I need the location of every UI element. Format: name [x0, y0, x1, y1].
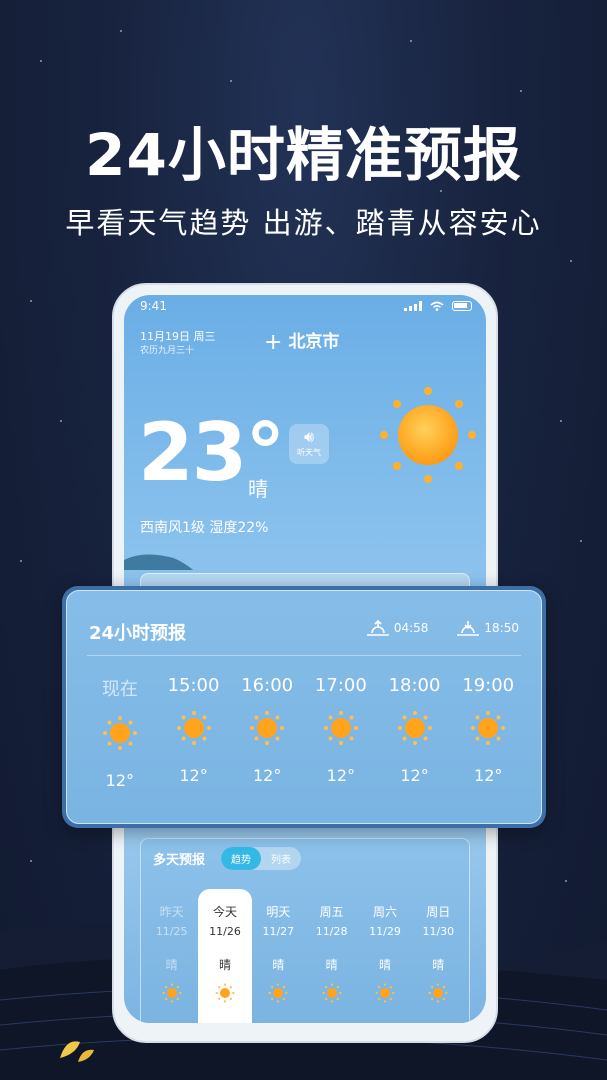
promo-headline: 24小时精准预报 — [85, 121, 522, 189]
day-column[interactable]: 今天 11/26 晴 — [198, 889, 252, 1023]
hour-item[interactable]: 15:00 12° — [157, 675, 231, 790]
sun-icon — [375, 983, 395, 1003]
current-date: 11月19日 周三 — [140, 330, 216, 343]
sun-icon — [215, 983, 235, 1003]
sunrise-icon — [366, 619, 389, 636]
tab-trend[interactable]: 趋势 — [221, 847, 261, 870]
tab-list[interactable]: 列表 — [261, 847, 301, 870]
day-name: 今天 — [212, 905, 237, 919]
sun-times: 04:58 18:50 — [366, 619, 519, 637]
hourly-title: 24小时预报 — [89, 623, 187, 644]
plus-icon[interactable]: + — [264, 330, 282, 355]
sun-icon — [162, 983, 182, 1003]
hour-item[interactable]: 17:00 12° — [304, 675, 378, 790]
hour-item[interactable]: 现在 12° — [83, 675, 157, 790]
day-list: 昨天 11/25 晴 今天 11/26 晴 明天 11/27 晴 周五 11/2… — [145, 889, 465, 1023]
day-name: 周日 — [426, 905, 451, 919]
day-column[interactable]: 周日 11/30 晴 — [412, 889, 465, 1023]
wifi-icon — [430, 301, 444, 311]
day-condition: 晴 — [272, 958, 285, 972]
hour-list: 现在 12° 15:00 12° 16:00 12° 17:00 12° 18:… — [83, 675, 525, 790]
day-date: 11/27 — [262, 925, 295, 938]
hour-item[interactable]: 16:00 12° — [230, 675, 304, 790]
hour-temp: 12° — [253, 766, 282, 785]
sun-icon — [176, 711, 211, 745]
multiday-tabs: 趋势 列表 — [221, 847, 301, 870]
hour-label: 15:00 — [167, 675, 220, 696]
listen-weather-button[interactable]: 🔊︎ 听天气 — [289, 424, 329, 464]
battery-icon — [452, 301, 472, 311]
status-bar: 9:41 — [140, 299, 472, 317]
sunset-time: 18:50 — [484, 621, 519, 635]
sun-icon — [268, 983, 288, 1003]
hourly-forecast-card: 24小时预报 04:58 18:50 现在 12° 15:00 12° 16:0… — [62, 586, 546, 828]
city-name: 北京市 — [288, 332, 340, 352]
promo-subline: 早看天气趋势 出游、踏青从容安心 — [65, 206, 542, 240]
speaker-icon: 🔊︎ — [303, 427, 315, 446]
sunrise-time: 04:58 — [393, 621, 429, 635]
day-name: 明天 — [266, 905, 291, 919]
day-column[interactable]: 明天 11/27 晴 — [252, 889, 305, 1023]
divider — [87, 655, 521, 656]
hour-temp: 12° — [179, 766, 208, 785]
status-time: 9:41 — [140, 299, 167, 313]
hour-label: 19:00 — [462, 675, 515, 696]
current-condition: 晴 — [248, 477, 268, 501]
hour-temp: 12° — [326, 766, 356, 785]
day-date: 11/29 — [369, 925, 401, 938]
hour-item[interactable]: 18:00 12° — [378, 675, 452, 790]
sun-icon — [428, 983, 448, 1003]
sun-icon — [471, 711, 506, 745]
day-condition: 晴 — [165, 958, 178, 972]
hour-label: 现在 — [101, 679, 138, 700]
day-date: 11/25 — [155, 925, 188, 938]
day-name: 昨天 — [159, 905, 184, 919]
leaf-icon — [60, 1041, 94, 1062]
day-column[interactable]: 周六 11/29 晴 — [358, 889, 411, 1023]
sun-icon — [250, 711, 285, 745]
sun-icon — [323, 711, 358, 745]
sun-icon — [102, 716, 137, 750]
day-condition: 晴 — [218, 958, 231, 972]
sunset-icon — [457, 621, 480, 636]
hour-item[interactable]: 19:00 12° — [451, 675, 525, 790]
hour-temp: 12° — [105, 771, 135, 790]
multiday-forecast-card: 多天预报 趋势 列表 昨天 11/25 晴 今天 11/26 晴 明天 11/2… — [140, 838, 470, 1023]
day-condition: 晴 — [378, 958, 391, 972]
sun-icon — [380, 387, 476, 483]
day-column[interactable]: 周五 11/28 晴 — [305, 889, 358, 1023]
hour-temp: 12° — [400, 766, 429, 785]
day-date: 11/28 — [315, 925, 348, 938]
hour-label: 17:00 — [314, 675, 367, 696]
day-column[interactable]: 昨天 11/25 晴 — [145, 889, 198, 1023]
wind-humidity: 西南风1级 湿度22% — [140, 520, 269, 536]
day-date: 11/26 — [209, 925, 241, 938]
day-date: 11/30 — [422, 925, 455, 938]
city-selector[interactable]: + 北京市 — [264, 327, 339, 355]
lunar-date: 农历九月三十 — [140, 346, 195, 356]
hour-label: 16:00 — [241, 675, 294, 696]
hour-label: 18:00 — [388, 675, 441, 696]
multiday-title: 多天预报 — [153, 853, 206, 868]
day-condition: 晴 — [325, 958, 338, 972]
sun-icon — [322, 983, 342, 1003]
hour-temp: 12° — [474, 766, 503, 785]
signal-icon — [404, 301, 422, 311]
day-name: 周五 — [319, 905, 344, 919]
listen-weather-label: 听天气 — [297, 448, 321, 457]
day-name: 周六 — [372, 905, 397, 919]
day-condition: 晴 — [432, 958, 445, 972]
sun-icon — [397, 711, 432, 745]
